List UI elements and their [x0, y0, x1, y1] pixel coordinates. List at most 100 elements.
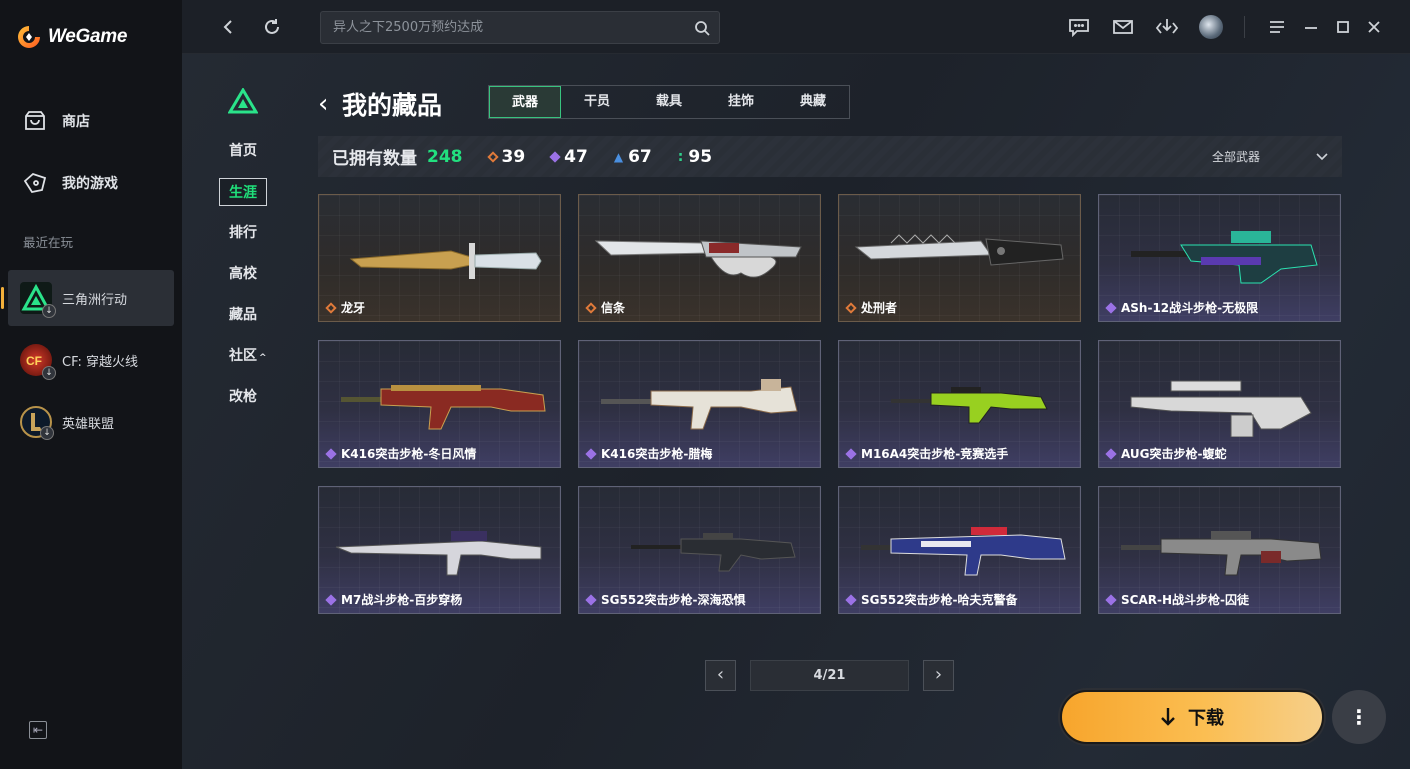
- recent-game-delta-force[interactable]: ↓ 三角洲行动: [8, 270, 174, 326]
- next-page-button[interactable]: ›: [923, 660, 954, 691]
- owned-count-value: 248: [427, 146, 463, 167]
- chevron-down-icon: [1316, 152, 1328, 160]
- owned-count-label: 已拥有数量: [332, 149, 417, 169]
- chevron-right-icon: ›: [934, 664, 943, 685]
- weapon-card[interactable]: SCAR-H战斗步枪-囚徒: [1098, 486, 1341, 614]
- weapon-name-text: 处刑者: [861, 301, 898, 315]
- hamburger-menu-icon: [1270, 21, 1284, 33]
- subnav-home[interactable]: 首页: [229, 140, 257, 160]
- subnav-label: 排行: [229, 225, 257, 241]
- subnav-collection[interactable]: 藏品: [229, 304, 257, 324]
- weapon-card[interactable]: SG552突击步枪-深海恐惧: [578, 486, 821, 614]
- main-content: 首页 生涯 排行 高校 藏品 社区 ^ 改枪 ‹ 我的藏品 武器 干员 载具 挂饰…: [182, 54, 1410, 769]
- rarity-count-value: 47: [564, 146, 588, 167]
- chat-button[interactable]: [1067, 15, 1091, 39]
- sidebar-item-my-games[interactable]: 我的游戏: [22, 170, 118, 196]
- blue-rarity-icon: ▲: [613, 149, 624, 164]
- prev-page-button[interactable]: ‹: [705, 660, 736, 691]
- weapon-card[interactable]: 处刑者: [838, 194, 1081, 322]
- filter-label: 全部武器: [1211, 150, 1260, 164]
- weapon-image: [349, 243, 542, 279]
- weapon-image: [341, 385, 546, 430]
- mail-button[interactable]: [1111, 15, 1135, 39]
- search-input[interactable]: 异人之下2500万预约达成: [320, 11, 720, 44]
- rarity-count-green: :95: [678, 147, 712, 167]
- close-icon: [1368, 21, 1380, 33]
- weapon-name-text: AUG突击步枪-蝮蛇: [1121, 447, 1227, 461]
- weapon-name-text: K416突击步枪-腊梅: [601, 447, 713, 461]
- search-placeholder: 异人之下2500万预约达成: [333, 20, 484, 35]
- purple-rarity-icon: [585, 447, 597, 460]
- weapon-image: [854, 234, 1064, 266]
- sidebar-item-label: 我的游戏: [62, 176, 118, 192]
- rarity-count-gold: 39: [486, 146, 526, 167]
- wegame-window: WeGame 商店 我的游戏 最近在玩 ↓ 三角洲行动 CF ↓ CF: 穿越火…: [0, 0, 1410, 769]
- sidebar-item-label: 商店: [62, 114, 90, 130]
- ownership-stats-bar: 已拥有数量 248 39 47 ▲ 67 :95 全部武器: [318, 136, 1342, 177]
- weapon-card[interactable]: M16A4突击步枪-竞赛选手: [838, 340, 1081, 468]
- tab-weapons[interactable]: 武器: [489, 86, 561, 118]
- weapon-name-text: M16A4突击步枪-竞赛选手: [861, 447, 1009, 461]
- tab-classics[interactable]: 典藏: [777, 86, 849, 118]
- weapon-name: ASh-12战斗步枪-无极限: [1105, 299, 1258, 316]
- recent-game-crossfire[interactable]: CF ↓ CF: 穿越火线: [8, 332, 174, 388]
- purple-rarity-icon: [325, 593, 337, 606]
- weapon-filter-dropdown[interactable]: 全部武器: [1212, 148, 1328, 165]
- back-arrow-icon[interactable]: ‹: [318, 89, 332, 119]
- subnav-label: 社区: [229, 348, 257, 364]
- tab-vehicles[interactable]: 载具: [633, 86, 705, 118]
- download-badge-icon: ↓: [42, 304, 56, 318]
- subnav-ranking[interactable]: 排行: [229, 222, 257, 242]
- crossfire-icon: CF ↓: [20, 344, 56, 380]
- maximize-button[interactable]: [1331, 15, 1355, 39]
- toolbar-divider: [1244, 16, 1245, 38]
- subnav-college[interactable]: 高校: [229, 263, 257, 283]
- minimize-button[interactable]: [1299, 15, 1323, 39]
- rarity-count-value: 95: [688, 146, 713, 167]
- weapon-image: [631, 533, 796, 572]
- weapon-image: [1130, 380, 1312, 437]
- subnav-career[interactable]: 生涯: [219, 178, 267, 206]
- download-manager-icon: [1155, 19, 1179, 34]
- weapon-card[interactable]: SG552突击步枪-哈夫克警备: [838, 486, 1081, 614]
- weapon-name-text: M7战斗步枪-百步穿杨: [341, 593, 463, 607]
- svg-text:CF: CF: [26, 354, 42, 368]
- rarity-count-value: 39: [501, 146, 526, 167]
- tab-operators[interactable]: 干员: [561, 86, 633, 118]
- download-button[interactable]: 下载: [1060, 690, 1324, 744]
- rarity-count-blue: ▲ 67: [614, 147, 652, 167]
- weapon-card[interactable]: K416突击步枪-冬日风情: [318, 340, 561, 468]
- user-avatar[interactable]: [1199, 15, 1223, 39]
- downloads-button[interactable]: [1155, 15, 1179, 39]
- wegame-logo[interactable]: WeGame: [16, 24, 127, 50]
- maximize-icon: [1337, 21, 1349, 33]
- green-rarity-icon: :: [677, 148, 684, 165]
- back-button[interactable]: [216, 15, 240, 39]
- sidebar-item-store[interactable]: 商店: [22, 108, 90, 134]
- weapon-name-text: SCAR-H战斗步枪-囚徒: [1121, 593, 1249, 607]
- weapon-image: [335, 531, 542, 576]
- weapon-card[interactable]: 龙牙: [318, 194, 561, 322]
- recent-game-league-of-legends[interactable]: ↓ 英雄联盟: [8, 394, 174, 450]
- subnav-gun-mod[interactable]: 改枪: [229, 386, 257, 406]
- weapon-card[interactable]: M7战斗步枪-百步穿杨: [318, 486, 561, 614]
- weapon-card[interactable]: K416突击步枪-腊梅: [578, 340, 821, 468]
- weapon-grid: 龙牙 信条 处刑者 ASh-12战斗步枪-无极限 K416突击步枪-冬日风情 K416突击…: [318, 194, 1341, 614]
- close-button[interactable]: [1362, 15, 1386, 39]
- more-options-button[interactable]: ⋮: [1332, 690, 1386, 744]
- weapon-card[interactable]: 信条: [578, 194, 821, 322]
- weapon-card[interactable]: AUG突击步枪-蝮蛇: [1098, 340, 1341, 468]
- collapse-sidebar-button[interactable]: ⇤: [29, 721, 47, 739]
- chevron-up-icon: ^: [259, 353, 267, 363]
- league-of-legends-icon: ↓: [20, 406, 54, 440]
- weapon-image: [594, 240, 802, 278]
- subnav-community[interactable]: 社区 ^: [229, 345, 267, 365]
- weapon-name: SG552突击步枪-深海恐惧: [585, 591, 746, 608]
- page-title-text: 我的藏品: [342, 91, 443, 120]
- tab-charms[interactable]: 挂饰: [705, 86, 777, 118]
- weapon-card[interactable]: ASh-12战斗步枪-无极限: [1098, 194, 1341, 322]
- search-icon[interactable]: [693, 19, 711, 37]
- menu-button[interactable]: [1265, 15, 1289, 39]
- weapon-image: [601, 379, 798, 430]
- refresh-button[interactable]: [260, 15, 284, 39]
